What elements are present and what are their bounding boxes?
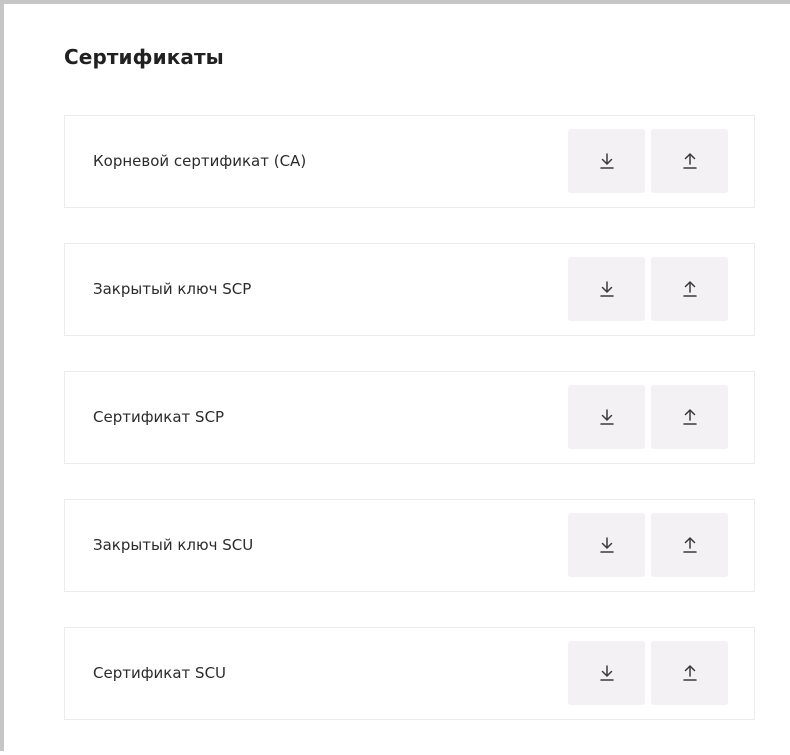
certificates-panel: Сертификаты Корневой сертификат (CA) Зак… xyxy=(0,0,790,751)
upload-icon xyxy=(682,665,697,681)
download-icon xyxy=(599,153,614,169)
certificate-list: Корневой сертификат (CA) Закрытый ключ S… xyxy=(64,115,755,755)
download-icon xyxy=(599,281,614,297)
certificate-row-scu-key: Закрытый ключ SCU xyxy=(64,499,755,592)
upload-icon xyxy=(682,153,697,169)
upload-icon xyxy=(682,537,697,553)
certificate-row-scp-key: Закрытый ключ SCP xyxy=(64,243,755,336)
upload-scu-key-button[interactable] xyxy=(651,513,728,577)
download-scu-key-button[interactable] xyxy=(568,513,645,577)
certificate-row-ca: Корневой сертификат (CA) xyxy=(64,115,755,208)
download-icon xyxy=(599,665,614,681)
upload-scp-cert-button[interactable] xyxy=(651,385,728,449)
download-scu-cert-button[interactable] xyxy=(568,641,645,705)
certificate-label: Сертификат SCU xyxy=(93,664,227,682)
certificate-label: Корневой сертификат (CA) xyxy=(93,152,307,170)
certificate-label: Сертификат SCP xyxy=(93,408,225,426)
download-scp-key-button[interactable] xyxy=(568,257,645,321)
download-ca-button[interactable] xyxy=(568,129,645,193)
certificate-label: Закрытый ключ SCP xyxy=(93,280,252,298)
certificate-label: Закрытый ключ SCU xyxy=(93,536,254,554)
download-scp-cert-button[interactable] xyxy=(568,385,645,449)
upload-icon xyxy=(682,281,697,297)
download-icon xyxy=(599,409,614,425)
certificate-row-scp-cert: Сертификат SCP xyxy=(64,371,755,464)
section-title: Сертификаты xyxy=(64,45,224,69)
upload-scu-cert-button[interactable] xyxy=(651,641,728,705)
upload-ca-button[interactable] xyxy=(651,129,728,193)
download-icon xyxy=(599,537,614,553)
upload-scp-key-button[interactable] xyxy=(651,257,728,321)
certificate-row-scu-cert: Сертификат SCU xyxy=(64,627,755,720)
upload-icon xyxy=(682,409,697,425)
